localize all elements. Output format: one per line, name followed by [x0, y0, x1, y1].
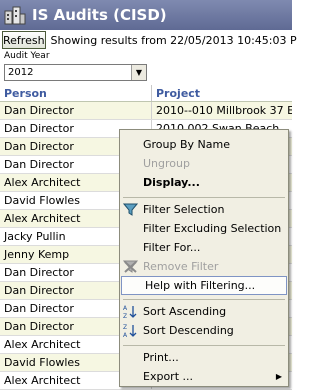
- svg-text:Z: Z: [123, 324, 127, 331]
- audit-year-value: 2012: [8, 67, 34, 78]
- toolbar: Refresh Showing results from 22/05/2013 …: [0, 30, 297, 50]
- menu-separator: [123, 197, 285, 198]
- menu-item-label: Export ...: [143, 370, 193, 383]
- menu-item-filter-for[interactable]: Filter For...: [120, 238, 288, 257]
- menu-item-label: Remove Filter: [143, 260, 219, 273]
- chevron-down-icon[interactable]: ▼: [131, 65, 146, 80]
- funnel-icon: [123, 203, 138, 216]
- menu-item-filter-excluding-selection[interactable]: Filter Excluding Selection: [120, 219, 288, 238]
- menu-item-label: Filter Selection: [143, 203, 225, 216]
- sort-ascending-icon: A Z: [123, 305, 137, 319]
- sort-descending-icon: Z A: [123, 324, 137, 338]
- menu-item-group-by-name[interactable]: Group By Name: [120, 135, 288, 154]
- menu-item-label: Ungroup: [143, 157, 190, 170]
- menu-item-label: Help with Filtering...: [145, 279, 256, 292]
- column-header-project[interactable]: Project: [152, 85, 292, 101]
- menu-item-label: Filter For...: [143, 241, 201, 254]
- svg-text:A: A: [123, 332, 128, 338]
- audit-year-select[interactable]: 2012 ▼: [4, 64, 147, 81]
- submenu-arrow-icon: ▶: [275, 372, 282, 381]
- menu-item-label: Print...: [143, 351, 179, 364]
- status-text: Showing results from 22/05/2013 10:45:03…: [50, 33, 297, 47]
- grid-header: Person Project: [0, 85, 292, 102]
- window-title: IS Audits (CISD): [32, 6, 167, 24]
- refresh-button[interactable]: Refresh: [2, 31, 46, 49]
- menu-item-help-with-filtering[interactable]: Help with Filtering...: [121, 276, 287, 295]
- cell-person[interactable]: Dan Director: [0, 102, 152, 119]
- menu-item-remove-filter: Remove Filter: [120, 257, 288, 276]
- cell-project[interactable]: 2010--010 Millbrook 37 East: [152, 102, 292, 119]
- menu-item-label: Sort Descending: [143, 324, 234, 337]
- svg-text:A: A: [123, 305, 128, 312]
- menu-item-sort-ascending[interactable]: A Z Sort Ascending: [120, 302, 288, 321]
- menu-item-label: Filter Excluding Selection: [143, 222, 282, 235]
- column-header-person[interactable]: Person: [0, 85, 152, 101]
- context-menu: Group By Name Ungroup Display... Filter …: [119, 129, 289, 387]
- menu-item-print[interactable]: Print...: [120, 348, 288, 367]
- audit-year-label: Audit Year: [4, 51, 50, 61]
- table-row[interactable]: Dan Director2010--010 Millbrook 37 East: [0, 102, 292, 120]
- menu-item-sort-descending[interactable]: Z A Sort Descending: [120, 321, 288, 340]
- menu-item-ungroup: Ungroup: [120, 154, 288, 173]
- menu-item-export[interactable]: Export ... ▶: [120, 367, 288, 386]
- remove-filter-icon: [123, 260, 138, 273]
- menu-item-label: Sort Ascending: [143, 305, 227, 318]
- menu-item-filter-selection[interactable]: Filter Selection: [120, 200, 288, 219]
- svg-text:Z: Z: [123, 313, 127, 319]
- menu-separator: [123, 345, 285, 346]
- menu-item-label: Group By Name: [143, 138, 230, 151]
- menu-item-label: Display...: [143, 176, 200, 189]
- menu-item-display[interactable]: Display...: [120, 173, 288, 192]
- title-bar: IS Audits (CISD): [0, 0, 292, 30]
- menu-separator: [123, 299, 285, 300]
- buildings-icon: [4, 6, 26, 25]
